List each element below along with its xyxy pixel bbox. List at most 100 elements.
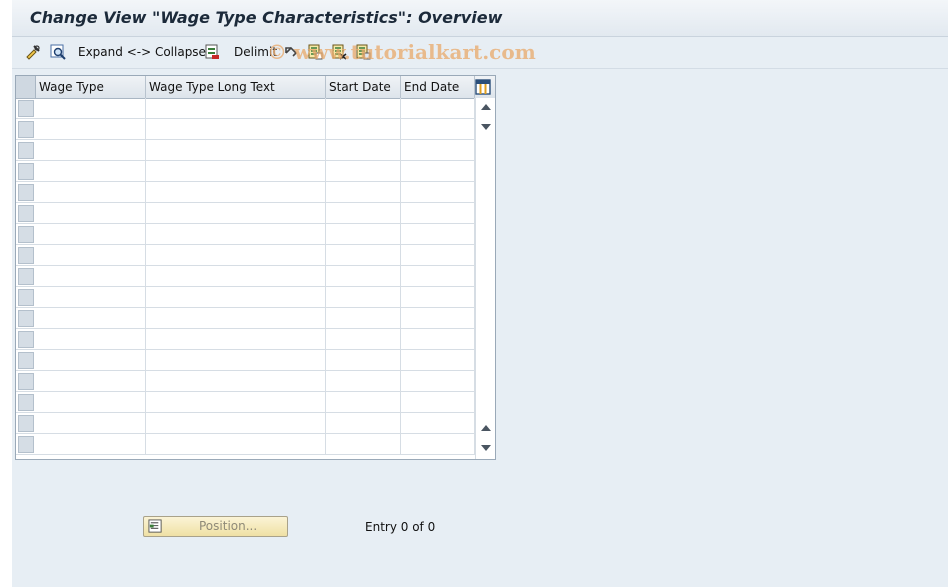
table-cell[interactable]: [36, 287, 146, 308]
table-cell[interactable]: [36, 434, 146, 455]
vertical-scrollbar[interactable]: [475, 98, 495, 459]
table-row[interactable]: [16, 434, 475, 455]
table-row[interactable]: [16, 329, 475, 350]
table-cell[interactable]: [326, 266, 401, 287]
row-selector[interactable]: [18, 121, 34, 138]
table-cell[interactable]: [146, 182, 326, 203]
table-cell[interactable]: [326, 287, 401, 308]
page-up-arrow[interactable]: [481, 425, 491, 431]
table-cell[interactable]: [146, 371, 326, 392]
table-cell[interactable]: [326, 413, 401, 434]
row-selector[interactable]: [18, 163, 34, 180]
table-row[interactable]: [16, 350, 475, 371]
table-cell[interactable]: [326, 119, 401, 140]
table-cell[interactable]: [326, 308, 401, 329]
row-selector[interactable]: [18, 226, 34, 243]
display-change-button[interactable]: [25, 42, 41, 62]
table-cell[interactable]: [36, 140, 146, 161]
position-button[interactable]: Position...: [143, 516, 288, 537]
table-cell[interactable]: [36, 350, 146, 371]
table-row[interactable]: [16, 392, 475, 413]
find-button[interactable]: [50, 42, 66, 62]
table-cell[interactable]: [36, 308, 146, 329]
table-cell[interactable]: [326, 182, 401, 203]
row-selector[interactable]: [18, 247, 34, 264]
table-cell[interactable]: [401, 329, 475, 350]
table-cell[interactable]: [326, 392, 401, 413]
table-cell[interactable]: [326, 203, 401, 224]
table-cell[interactable]: [401, 182, 475, 203]
scroll-down-arrow[interactable]: [481, 445, 491, 451]
table-settings-icon[interactable]: [475, 79, 491, 95]
row-selector[interactable]: [18, 331, 34, 348]
table-cell[interactable]: [146, 413, 326, 434]
row-selector[interactable]: [18, 205, 34, 222]
table-cell[interactable]: [146, 287, 326, 308]
row-selector[interactable]: [18, 184, 34, 201]
page-down-arrow[interactable]: [481, 124, 491, 130]
table-cell[interactable]: [401, 266, 475, 287]
column-header-long-text[interactable]: Wage Type Long Text: [146, 76, 326, 98]
table-row[interactable]: [16, 161, 475, 182]
row-selector[interactable]: [18, 352, 34, 369]
table-cell[interactable]: [401, 413, 475, 434]
scroll-up-arrow[interactable]: [481, 104, 491, 110]
table-row[interactable]: [16, 98, 475, 119]
table-cell[interactable]: [401, 119, 475, 140]
column-header-start-date[interactable]: Start Date: [326, 76, 401, 98]
table-cell[interactable]: [146, 266, 326, 287]
table-row[interactable]: [16, 308, 475, 329]
table-cell[interactable]: [36, 266, 146, 287]
table-cell[interactable]: [36, 392, 146, 413]
table-cell[interactable]: [326, 434, 401, 455]
row-selector[interactable]: [18, 289, 34, 306]
row-selector[interactable]: [18, 394, 34, 411]
row-selector[interactable]: [18, 415, 34, 432]
table-cell[interactable]: [146, 245, 326, 266]
table-cell[interactable]: [326, 245, 401, 266]
table-cell[interactable]: [401, 371, 475, 392]
table-cell[interactable]: [326, 329, 401, 350]
table-cell[interactable]: [401, 350, 475, 371]
row-selector[interactable]: [18, 373, 34, 390]
table-cell[interactable]: [401, 392, 475, 413]
row-selector[interactable]: [18, 268, 34, 285]
table-cell[interactable]: [401, 434, 475, 455]
table-cell[interactable]: [401, 308, 475, 329]
table-cell[interactable]: [36, 329, 146, 350]
table-cell[interactable]: [401, 245, 475, 266]
table-cell[interactable]: [36, 203, 146, 224]
row-selector[interactable]: [18, 100, 34, 117]
table-cell[interactable]: [36, 224, 146, 245]
table-row[interactable]: [16, 266, 475, 287]
row-selector[interactable]: [18, 310, 34, 327]
table-row[interactable]: [16, 140, 475, 161]
table-cell[interactable]: [326, 140, 401, 161]
table-cell[interactable]: [146, 224, 326, 245]
table-cell[interactable]: [36, 371, 146, 392]
table-row[interactable]: [16, 224, 475, 245]
table-row[interactable]: [16, 413, 475, 434]
table-cell[interactable]: [401, 287, 475, 308]
expand-collapse-button[interactable]: Expand <-> Collapse: [78, 42, 206, 62]
select-all-cell[interactable]: [16, 76, 36, 98]
table-row[interactable]: [16, 371, 475, 392]
table-cell[interactable]: [401, 98, 475, 119]
table-row[interactable]: [16, 287, 475, 308]
table-row[interactable]: [16, 182, 475, 203]
table-cell[interactable]: [146, 98, 326, 119]
table-cell[interactable]: [326, 371, 401, 392]
table-cell[interactable]: [146, 329, 326, 350]
table-cell[interactable]: [36, 98, 146, 119]
table-cell[interactable]: [146, 140, 326, 161]
table-cell[interactable]: [36, 119, 146, 140]
table-cell[interactable]: [146, 203, 326, 224]
table-cell[interactable]: [326, 350, 401, 371]
table-cell[interactable]: [36, 245, 146, 266]
table-cell[interactable]: [146, 308, 326, 329]
row-selector[interactable]: [18, 436, 34, 453]
table-cell[interactable]: [36, 182, 146, 203]
table-cell[interactable]: [326, 224, 401, 245]
table-cell[interactable]: [326, 98, 401, 119]
table-cell[interactable]: [36, 161, 146, 182]
